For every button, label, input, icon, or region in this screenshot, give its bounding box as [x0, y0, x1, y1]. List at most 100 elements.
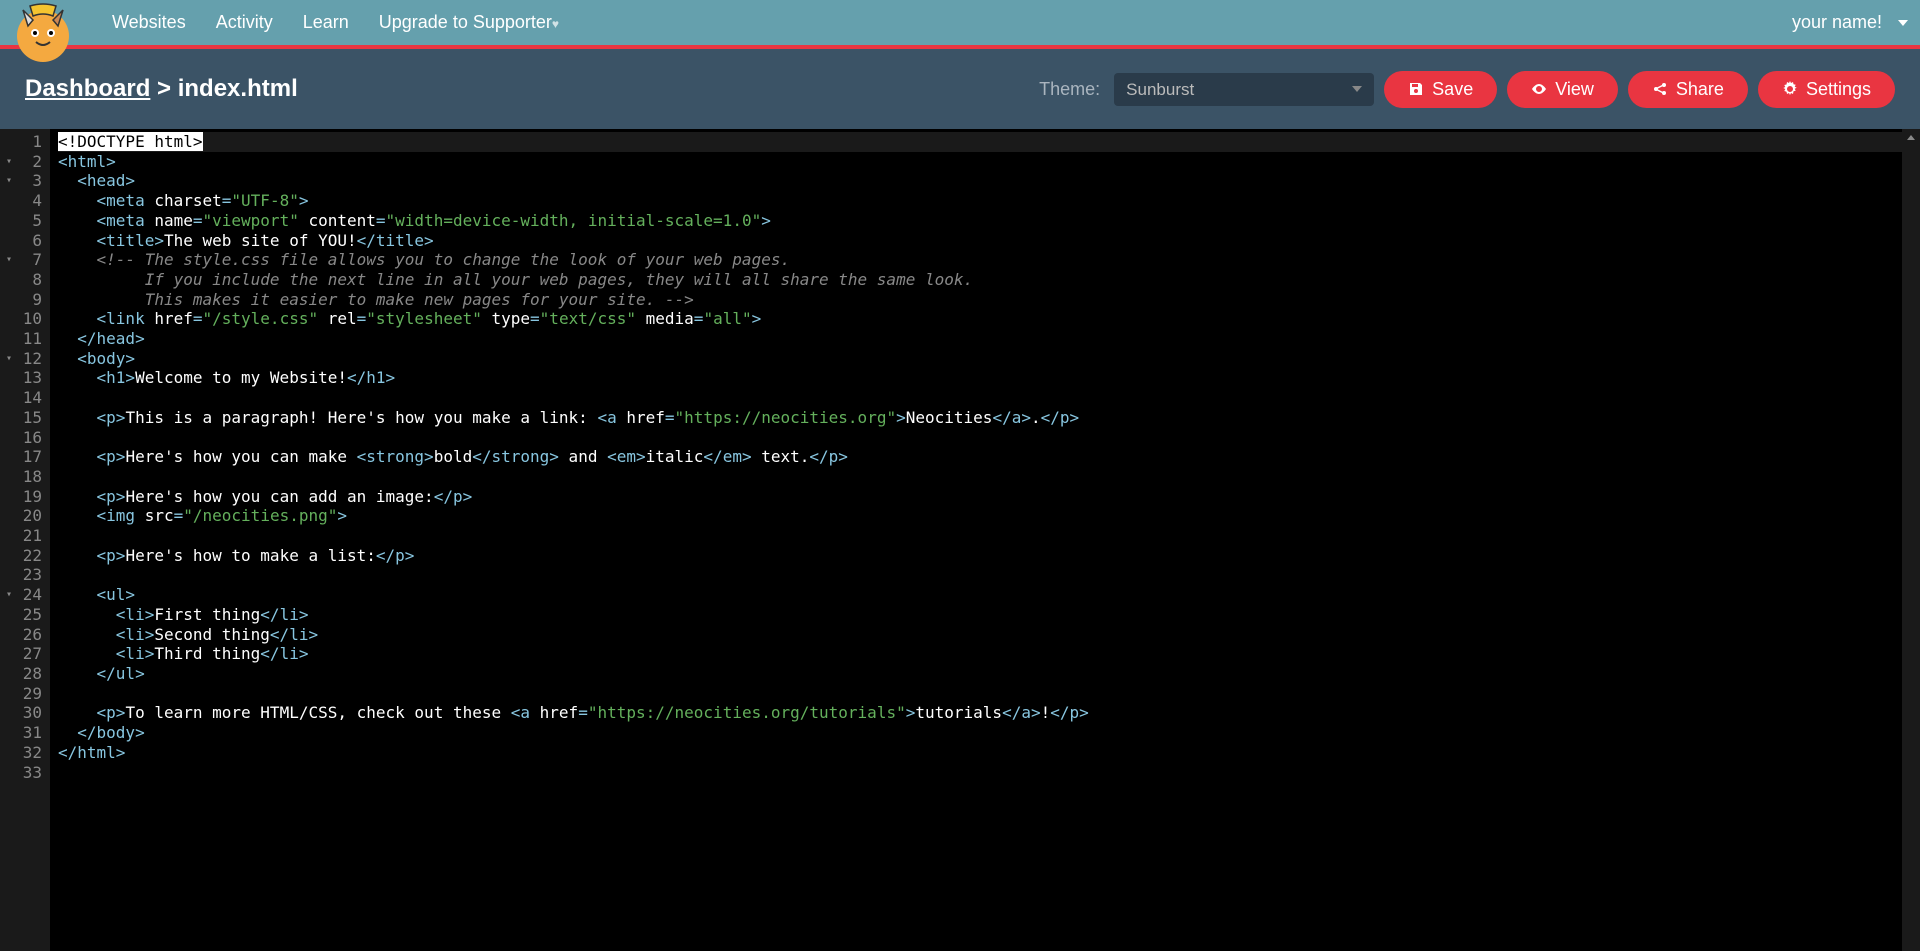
line-number: 23	[8, 565, 42, 585]
line-number: 13	[8, 368, 42, 388]
line-number: 11	[8, 329, 42, 349]
header-controls: Theme: Sunburst Save View Share Settings	[1039, 71, 1895, 108]
line-number: 33	[8, 763, 42, 783]
code-line[interactable]	[58, 388, 1920, 408]
site-logo[interactable]	[8, 0, 78, 68]
line-number: ▾2	[8, 152, 42, 172]
code-line[interactable]	[58, 763, 1920, 783]
breadcrumb: Dashboard > index.html	[25, 75, 298, 103]
code-line[interactable]: </head>	[58, 329, 1920, 349]
theme-select[interactable]: Sunburst	[1114, 73, 1374, 106]
code-line[interactable]	[58, 565, 1920, 585]
fold-marker-icon[interactable]: ▾	[6, 349, 12, 369]
line-number: 22	[8, 546, 42, 566]
code-line[interactable]: <p>To learn more HTML/CSS, check out the…	[58, 703, 1920, 723]
code-line[interactable]: <meta name="viewport" content="width=dev…	[58, 211, 1920, 231]
username-label: your name!	[1792, 12, 1882, 33]
code-line[interactable]: <title>The web site of YOU!</title>	[58, 231, 1920, 251]
line-number: 26	[8, 625, 42, 645]
code-line[interactable]: <head>	[58, 171, 1920, 191]
line-number: ▾24	[8, 585, 42, 605]
fold-marker-icon[interactable]: ▾	[6, 152, 12, 172]
line-number: 21	[8, 526, 42, 546]
line-number: 15	[8, 408, 42, 428]
code-line[interactable]: <p>Here's how you can make <strong>bold<…	[58, 447, 1920, 467]
line-number: 19	[8, 487, 42, 507]
fold-marker-icon[interactable]: ▾	[6, 250, 12, 270]
line-number: 5	[8, 211, 42, 231]
scroll-up-icon[interactable]	[1902, 129, 1920, 147]
code-line[interactable]: <body>	[58, 349, 1920, 369]
code-editor[interactable]: 1▾2▾3456▾7891011▾12131415161718192021222…	[0, 129, 1920, 951]
code-line[interactable]: This makes it easier to make new pages f…	[58, 290, 1920, 310]
line-number: 25	[8, 605, 42, 625]
code-line[interactable]: <p>Here's how to make a list:</p>	[58, 546, 1920, 566]
code-line[interactable]: <p>This is a paragraph! Here's how you m…	[58, 408, 1920, 428]
line-number: 29	[8, 684, 42, 704]
code-content[interactable]: <!DOCTYPE html><html> <head> <meta chars…	[50, 129, 1920, 951]
code-line[interactable]	[58, 684, 1920, 704]
view-button[interactable]: View	[1507, 71, 1618, 108]
nav-websites[interactable]: Websites	[112, 12, 186, 33]
code-line[interactable]: <ul>	[58, 585, 1920, 605]
line-number: 6	[8, 231, 42, 251]
line-number: ▾3	[8, 171, 42, 191]
code-line[interactable]: <li>Second thing</li>	[58, 625, 1920, 645]
line-number: 31	[8, 723, 42, 743]
line-number: 18	[8, 467, 42, 487]
share-button[interactable]: Share	[1628, 71, 1748, 108]
line-number: 17	[8, 447, 42, 467]
theme-label: Theme:	[1039, 79, 1100, 100]
line-number: 27	[8, 644, 42, 664]
nav-upgrade[interactable]: Upgrade to Supporter♥	[379, 12, 559, 33]
code-line[interactable]	[58, 467, 1920, 487]
code-line[interactable]	[58, 526, 1920, 546]
nav-activity[interactable]: Activity	[216, 12, 273, 33]
fold-marker-icon[interactable]: ▾	[6, 585, 12, 605]
save-button[interactable]: Save	[1384, 71, 1497, 108]
nav-links: Websites Activity Learn Upgrade to Suppo…	[112, 12, 559, 33]
eye-icon	[1531, 81, 1547, 97]
code-line[interactable]	[58, 428, 1920, 448]
line-number: 4	[8, 191, 42, 211]
line-number: 30	[8, 703, 42, 723]
line-number: 10	[8, 309, 42, 329]
settings-button[interactable]: Settings	[1758, 71, 1895, 108]
code-line[interactable]: <html>	[58, 152, 1920, 172]
line-number: 9	[8, 290, 42, 310]
line-number: 14	[8, 388, 42, 408]
code-line[interactable]: <li>Third thing</li>	[58, 644, 1920, 664]
code-line[interactable]: </html>	[58, 743, 1920, 763]
line-number: ▾12	[8, 349, 42, 369]
line-number: 20	[8, 506, 42, 526]
code-line[interactable]: <link href="/style.css" rel="stylesheet"…	[58, 309, 1920, 329]
line-number: 28	[8, 664, 42, 684]
top-navigation: Websites Activity Learn Upgrade to Suppo…	[0, 0, 1920, 45]
line-number: 8	[8, 270, 42, 290]
code-line[interactable]: <!-- The style.css file allows you to ch…	[58, 250, 1920, 270]
breadcrumb-separator: >	[150, 75, 177, 102]
code-line[interactable]: <li>First thing</li>	[58, 605, 1920, 625]
user-menu[interactable]: your name!	[1792, 12, 1908, 33]
save-icon	[1408, 81, 1424, 97]
line-number: 1	[8, 132, 42, 152]
code-line[interactable]: </body>	[58, 723, 1920, 743]
code-line[interactable]: <img src="/neocities.png">	[58, 506, 1920, 526]
line-number: 16	[8, 428, 42, 448]
nav-learn[interactable]: Learn	[303, 12, 349, 33]
code-line[interactable]: </ul>	[58, 664, 1920, 684]
vertical-scrollbar[interactable]	[1902, 129, 1920, 951]
gear-icon	[1782, 81, 1798, 97]
fold-marker-icon[interactable]: ▾	[6, 171, 12, 191]
line-number: 32	[8, 743, 42, 763]
code-line[interactable]: <p>Here's how you can add an image:</p>	[58, 487, 1920, 507]
code-line[interactable]: <h1>Welcome to my Website!</h1>	[58, 368, 1920, 388]
chevron-down-icon	[1898, 20, 1908, 26]
line-number: ▾7	[8, 250, 42, 270]
code-line[interactable]: <!DOCTYPE html>	[58, 132, 1920, 152]
code-line[interactable]: If you include the next line in all your…	[58, 270, 1920, 290]
code-line[interactable]: <meta charset="UTF-8">	[58, 191, 1920, 211]
editor-header: Dashboard > index.html Theme: Sunburst S…	[0, 49, 1920, 129]
breadcrumb-dashboard-link[interactable]: Dashboard	[25, 75, 150, 102]
line-gutter: 1▾2▾3456▾7891011▾12131415161718192021222…	[0, 129, 50, 951]
